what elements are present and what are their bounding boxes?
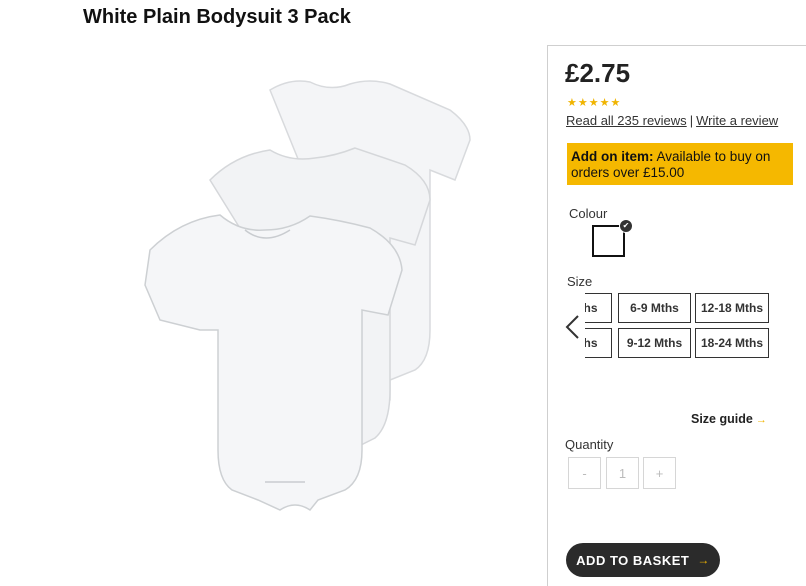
write-review-link[interactable]: Write a review: [696, 113, 778, 128]
chevron-left-icon[interactable]: [563, 314, 583, 340]
add-to-basket-label: ADD TO BASKET: [576, 552, 690, 568]
arrow-right-icon: →: [697, 553, 710, 567]
quantity-input[interactable]: 1: [606, 457, 639, 489]
quantity-label: Quantity: [565, 437, 614, 452]
check-icon: ✔: [619, 219, 633, 233]
product-price: £2.75: [565, 58, 631, 88]
read-reviews-link[interactable]: Read all 235 reviews: [566, 113, 687, 128]
size-option-12-18[interactable]: 12-18 Mths: [695, 293, 769, 323]
size-guide-link[interactable]: Size guide →: [691, 412, 767, 426]
quantity-minus-button[interactable]: -: [568, 457, 601, 489]
size-option-9-12[interactable]: 9-12 Mths: [618, 328, 691, 358]
colour-label: Colour: [569, 206, 608, 221]
add-to-basket-button[interactable]: ADD TO BASKET →: [566, 543, 720, 577]
add-on-label: Add on item:: [571, 149, 654, 164]
size-label: Size: [567, 274, 593, 289]
quantity-plus-button[interactable]: +: [643, 457, 676, 489]
product-image: [144, 80, 471, 512]
arrow-right-icon: →: [755, 414, 767, 426]
size-carousel: ths 6-9 Mths 12-18 Mths ths 9-12 Mths 18…: [585, 293, 775, 365]
size-option[interactable]: ths: [585, 293, 612, 323]
reviews-links: Read all 235 reviews | Write a review: [566, 113, 778, 128]
add-on-item-banner: Add on item: Available to buy on orders …: [567, 143, 793, 185]
size-option[interactable]: ths: [585, 328, 612, 358]
size-option-18-24[interactable]: 18-24 Mths: [695, 328, 769, 358]
size-option-6-9[interactable]: 6-9 Mths: [618, 293, 691, 323]
size-guide-label: Size guide: [691, 412, 753, 426]
rating-stars-icon: ★★★★★: [567, 97, 622, 109]
product-title: White Plain Bodysuit 3 Pack: [83, 6, 351, 28]
reviews-separator: |: [689, 113, 694, 128]
